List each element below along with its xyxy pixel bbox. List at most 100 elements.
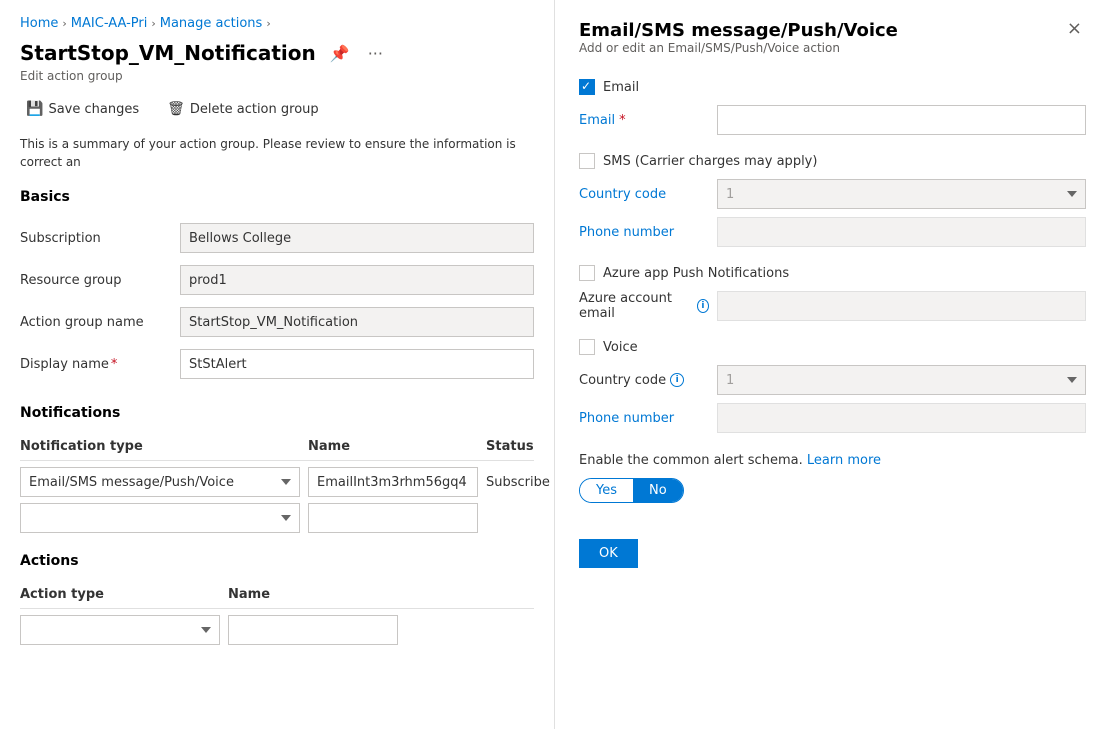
breadcrumb-manage-actions[interactable]: Manage actions	[160, 16, 263, 31]
actions-table-header: Action type Name	[20, 581, 534, 609]
sms-phone-input[interactable]	[717, 217, 1086, 247]
sms-checkbox[interactable]	[579, 153, 595, 169]
learn-more-link[interactable]: Learn more	[807, 453, 881, 468]
save-icon: 💾	[26, 101, 43, 117]
voice-checkbox-label: Voice	[603, 340, 638, 355]
voice-checkbox[interactable]	[579, 339, 595, 355]
push-section: Azure app Push Notifications Azure accou…	[579, 265, 1086, 321]
voice-phone-input[interactable]	[717, 403, 1086, 433]
action-group-name-input	[180, 307, 534, 337]
subscription-label: Subscription	[20, 217, 180, 259]
basics-form: Subscription Resource group Action group…	[20, 217, 534, 385]
flyout-close-button[interactable]: ×	[1063, 20, 1086, 38]
toolbar: 💾 Save changes 🗑 Delete action group	[20, 97, 534, 121]
display-name-value	[180, 343, 534, 385]
actions-col-name: Name	[228, 587, 398, 602]
display-name-input[interactable]	[180, 349, 534, 379]
email-input[interactable]	[717, 105, 1086, 135]
breadcrumb-sep3: ›	[266, 17, 270, 30]
sms-checkbox-label: SMS (Carrier charges may apply)	[603, 154, 817, 169]
push-info-icon[interactable]: i	[697, 299, 709, 313]
flyout-header: Email/SMS message/Push/Voice Add or edit…	[579, 20, 1086, 75]
flyout-subtitle: Add or edit an Email/SMS/Push/Voice acti…	[579, 41, 898, 55]
display-name-required: *	[111, 357, 118, 372]
flyout-title-block: Email/SMS message/Push/Voice Add or edit…	[579, 20, 898, 75]
breadcrumb-home[interactable]: Home	[20, 16, 58, 31]
alert-schema-text: Enable the common alert schema. Learn mo…	[579, 453, 1086, 468]
push-email-row: Azure account email i	[579, 291, 1086, 321]
left-panel: Home › MAIC-AA-Pri › Manage actions › St…	[0, 0, 555, 729]
breadcrumb-sep2: ›	[151, 17, 155, 30]
breadcrumb-maic[interactable]: MAIC-AA-Pri	[71, 16, 148, 31]
action-group-name-label: Action group name	[20, 301, 180, 343]
delete-icon: 🗑	[167, 101, 185, 117]
push-email-input[interactable]	[717, 291, 1086, 321]
pin-button[interactable]: 📌	[326, 42, 354, 65]
sms-checkbox-row: SMS (Carrier charges may apply)	[579, 153, 1086, 169]
resource-group-label: Resource group	[20, 259, 180, 301]
sms-country-code-select[interactable]: 1	[717, 179, 1086, 209]
basics-section-header: Basics	[20, 189, 534, 205]
delete-label: Delete action group	[190, 102, 319, 117]
info-text: This is a summary of your action group. …	[20, 135, 534, 171]
actions-section: Actions Action type Name	[20, 553, 534, 645]
notif-row: Email/SMS message/Push/Voice	[20, 503, 534, 533]
notif-type-select-1[interactable]: Email/SMS message/Push/Voice	[20, 467, 300, 497]
sms-country-code-row: Country code 1	[579, 179, 1086, 209]
notif-table-header: Notification type Name Status	[20, 433, 534, 461]
actions-row	[20, 615, 534, 645]
sms-country-code-label: Country code	[579, 187, 709, 202]
sms-phone-label: Phone number	[579, 225, 709, 240]
voice-phone-row: Phone number	[579, 403, 1086, 433]
voice-country-code-label: Country code i	[579, 373, 709, 388]
more-button[interactable]: ···	[364, 42, 387, 65]
delete-action-group-button[interactable]: 🗑 Delete action group	[161, 97, 325, 121]
email-section: Email Email	[579, 79, 1086, 135]
page-subtitle: Edit action group	[20, 69, 534, 83]
email-field-label: Email	[579, 113, 709, 128]
sms-phone-row: Phone number	[579, 217, 1086, 247]
resource-group-input	[180, 265, 534, 295]
voice-country-code-select[interactable]: 1	[717, 365, 1086, 395]
email-checkbox-row: Email	[579, 79, 1086, 95]
email-checkbox[interactable]	[579, 79, 595, 95]
email-checkbox-label: Email	[603, 80, 639, 95]
toggle-no-button[interactable]: No	[633, 479, 683, 502]
push-checkbox[interactable]	[579, 265, 595, 281]
breadcrumb-sep1: ›	[62, 17, 66, 30]
toggle-group: Yes No	[579, 478, 684, 503]
alert-schema-section: Enable the common alert schema. Learn mo…	[579, 453, 1086, 503]
push-email-label: Azure account email i	[579, 291, 709, 321]
save-label: Save changes	[48, 102, 139, 117]
right-panel: Email/SMS message/Push/Voice Add or edit…	[555, 0, 1110, 729]
display-name-label: Display name *	[20, 343, 180, 385]
voice-section: Voice Country code i 1 Phone number	[579, 339, 1086, 433]
notif-status-1: Subscribe	[486, 475, 555, 490]
voice-country-code-row: Country code i 1	[579, 365, 1086, 395]
ok-button[interactable]: OK	[579, 539, 638, 568]
actions-col-type: Action type	[20, 587, 220, 602]
page-title: StartStop_VM_Notification	[20, 41, 316, 65]
voice-country-info-icon[interactable]: i	[670, 373, 684, 387]
notifications-header: Notifications	[20, 405, 534, 421]
breadcrumb: Home › MAIC-AA-Pri › Manage actions ›	[20, 16, 534, 31]
save-changes-button[interactable]: 💾 Save changes	[20, 97, 145, 121]
flyout-title: Email/SMS message/Push/Voice	[579, 20, 898, 41]
subscription-value	[180, 217, 534, 259]
notif-col-name: Name	[308, 439, 478, 454]
push-checkbox-row: Azure app Push Notifications	[579, 265, 1086, 281]
notifications-section: Notifications Notification type Name Sta…	[20, 405, 534, 533]
action-type-select[interactable]	[20, 615, 220, 645]
notif-col-status: Status	[486, 439, 555, 454]
actions-header: Actions	[20, 553, 534, 569]
resource-group-value	[180, 259, 534, 301]
toggle-yes-button[interactable]: Yes	[580, 479, 633, 502]
action-name-input[interactable]	[228, 615, 398, 645]
notif-type-select-2[interactable]: Email/SMS message/Push/Voice	[20, 503, 300, 533]
page-title-row: StartStop_VM_Notification 📌 ···	[20, 41, 534, 65]
notif-col-type: Notification type	[20, 439, 300, 454]
voice-checkbox-row: Voice	[579, 339, 1086, 355]
notif-name-input-1[interactable]	[308, 467, 478, 497]
sms-section: SMS (Carrier charges may apply) Country …	[579, 153, 1086, 247]
notif-name-input-2[interactable]	[308, 503, 478, 533]
